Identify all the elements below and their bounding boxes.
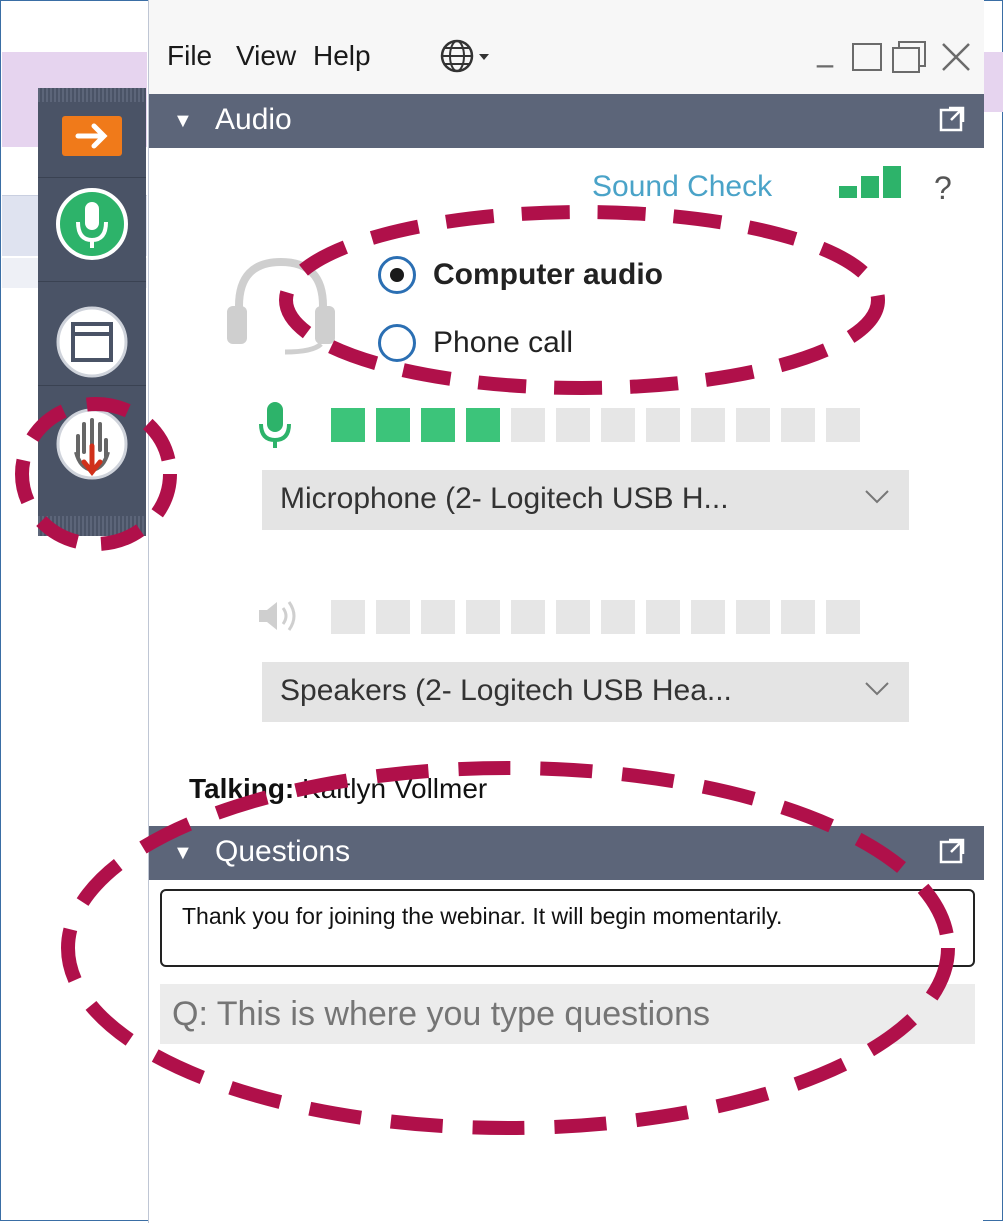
questions-section-title: Questions (215, 835, 351, 868)
meter-segment (781, 408, 815, 442)
phone-call-radio[interactable] (378, 324, 416, 362)
meter-segment (376, 408, 410, 442)
computer-audio-radio[interactable] (378, 256, 416, 294)
hand-icon (56, 408, 128, 480)
meter-segment (646, 600, 680, 634)
menu-file[interactable]: File (167, 40, 212, 72)
menu-view[interactable]: View (236, 40, 296, 72)
talking-label: Talking: (189, 773, 295, 804)
meter-segment (826, 600, 860, 634)
collapse-triangle-icon[interactable]: ▼ (173, 842, 193, 865)
screen-view-button[interactable] (38, 282, 146, 386)
question-input[interactable] (160, 984, 975, 1044)
chevron-down-icon (865, 682, 889, 696)
meter-segment (466, 408, 500, 442)
toolbar-grip[interactable] (38, 88, 146, 102)
speaker-icon (259, 601, 296, 631)
meter-segment (511, 408, 545, 442)
signal-strength-icon (839, 166, 901, 198)
microphone-select-value: Microphone (2- Logitech USB H... (280, 482, 729, 515)
headset-icon (227, 257, 335, 355)
language-globe-icon[interactable] (439, 38, 509, 74)
control-toolbar (38, 88, 146, 536)
toolbar-grip[interactable] (38, 516, 146, 536)
background-app-strip (983, 52, 1003, 112)
meter-segment (511, 600, 545, 634)
collapse-panel-button[interactable] (38, 102, 146, 178)
audio-section-header[interactable]: ▼ Audio (149, 94, 984, 148)
audio-help-icon[interactable]: ? (934, 170, 952, 207)
meter-segment (421, 408, 455, 442)
meter-segment (646, 408, 680, 442)
meter-segment (736, 408, 770, 442)
microphone-icon (56, 188, 128, 260)
close-icon[interactable] (939, 40, 973, 74)
question-message: Thank you for joining the webinar. It wi… (160, 889, 975, 967)
questions-section-header[interactable]: ▼ Questions (149, 826, 984, 880)
speakers-select-value: Speakers (2- Logitech USB Hea... (280, 674, 732, 707)
talking-indicator: Talking: Kaitlyn Vollmer (189, 773, 487, 805)
meter-segment (736, 600, 770, 634)
raise-hand-button[interactable] (38, 386, 146, 516)
microphone-select[interactable]: Microphone (2- Logitech USB H... (262, 470, 909, 530)
popout-icon[interactable] (939, 106, 965, 132)
meter-segment (691, 600, 725, 634)
menu-bar: File View Help _ (149, 0, 984, 94)
minimize-button[interactable]: _ (817, 30, 833, 68)
maximize-icon[interactable] (851, 42, 885, 72)
sound-check-link[interactable]: Sound Check (592, 170, 772, 204)
menu-help[interactable]: Help (313, 40, 371, 72)
computer-audio-label[interactable]: Computer audio (433, 258, 663, 292)
talking-name: Kaitlyn Vollmer (302, 773, 488, 804)
meter-segment (376, 600, 410, 634)
meter-segment (466, 600, 500, 634)
collapse-triangle-icon[interactable]: ▼ (173, 110, 193, 133)
meter-segment (601, 408, 635, 442)
meter-segment (691, 408, 725, 442)
window-icon (56, 306, 128, 378)
speakers-select[interactable]: Speakers (2- Logitech USB Hea... (262, 662, 909, 722)
meter-segment (556, 600, 590, 634)
meter-segment (421, 600, 455, 634)
meter-segment (331, 600, 365, 634)
meter-segment (826, 408, 860, 442)
meter-segment (781, 600, 815, 634)
control-panel: File View Help _ ▼ Audio Sound Check ? C… (148, 0, 984, 1223)
chevron-down-icon (865, 490, 889, 504)
microphone-button[interactable] (38, 178, 146, 282)
mic-level-icon (259, 402, 291, 448)
popout-icon[interactable] (939, 838, 965, 864)
orange-arrow-icon (62, 116, 122, 156)
meter-segment (601, 600, 635, 634)
audio-section-title: Audio (215, 103, 292, 136)
restore-icon[interactable] (891, 40, 927, 74)
meter-segment (331, 408, 365, 442)
phone-call-label[interactable]: Phone call (433, 326, 573, 360)
meter-segment (556, 408, 590, 442)
